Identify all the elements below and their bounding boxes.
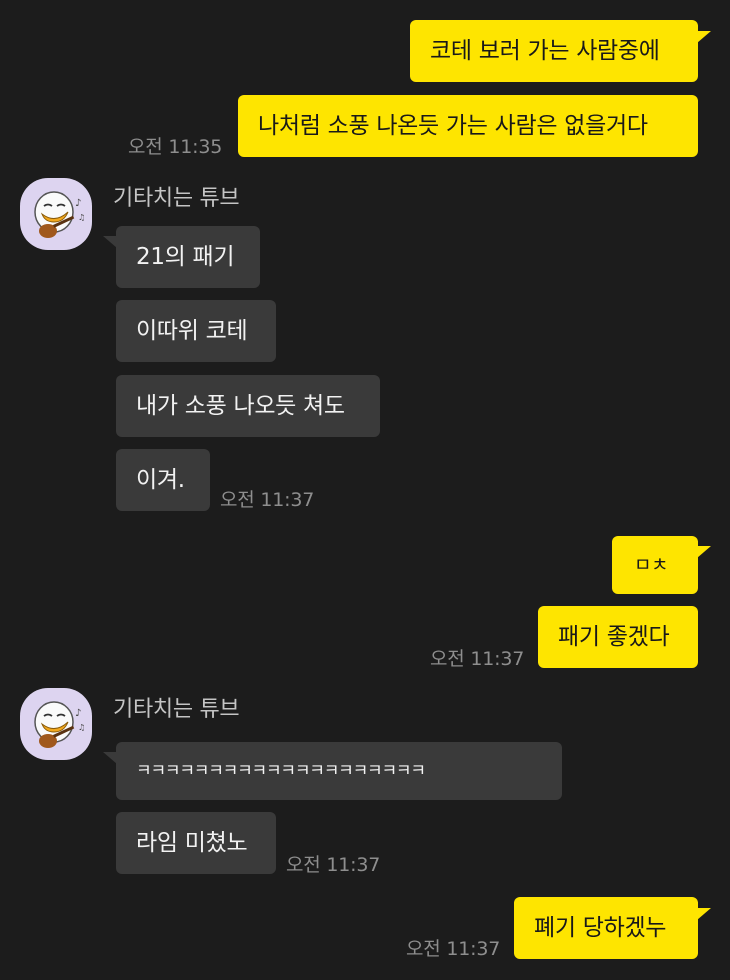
svg-text:♫: ♫ <box>78 213 85 222</box>
message-text: 이따위 코테 <box>136 318 248 344</box>
message-bubble-outgoing[interactable]: ㅁㅊ <box>612 536 698 594</box>
message-text: 코테 보러 가는 사람중에 <box>430 38 660 64</box>
message-timestamp: 오전 11:37 <box>220 489 315 511</box>
message-bubble-outgoing[interactable]: 패기 좋겠다 <box>538 606 698 668</box>
message-text: 라임 미쳤노 <box>136 830 248 856</box>
message-bubble-incoming[interactable]: 21의 패기 <box>116 226 260 288</box>
message-bubble-incoming[interactable]: ㅋㅋㅋㅋㅋㅋㅋㅋㅋㅋㅋㅋㅋㅋㅋㅋㅋㅋㅋㅋ <box>116 742 562 800</box>
message-text: 나처럼 소풍 나온듯 가는 사람은 없을거다 <box>258 113 648 139</box>
message-text: 21의 패기 <box>136 244 235 270</box>
avatar[interactable]: ♪ ♫ <box>20 688 92 760</box>
message-text: ㅋㅋㅋㅋㅋㅋㅋㅋㅋㅋㅋㅋㅋㅋㅋㅋㅋㅋㅋㅋ <box>136 761 426 781</box>
message-text: 이겨. <box>136 467 185 493</box>
message-bubble-outgoing[interactable]: 폐기 당하겠누 <box>514 897 698 959</box>
message-timestamp: 오전 11:37 <box>430 648 525 670</box>
message-text: ㅁㅊ <box>634 554 669 576</box>
message-bubble-incoming[interactable]: 이따위 코테 <box>116 300 276 362</box>
message-bubble-incoming[interactable]: 이겨. <box>116 449 210 511</box>
message-bubble-outgoing[interactable]: 코테 보러 가는 사람중에 <box>410 20 698 82</box>
message-bubble-incoming[interactable]: 내가 소풍 나오듯 쳐도 <box>116 375 380 437</box>
message-text: 패기 좋겠다 <box>558 624 670 650</box>
bubble-tail <box>103 236 117 248</box>
message-text: 내가 소풍 나오듯 쳐도 <box>136 393 345 419</box>
sender-name: 기타치는 튜브 <box>113 697 240 722</box>
message-timestamp: 오전 11:37 <box>406 938 501 960</box>
bubble-tail <box>103 752 117 764</box>
bubble-tail <box>697 908 711 920</box>
sender-name: 기타치는 튜브 <box>113 186 240 211</box>
svg-text:♪: ♪ <box>75 198 81 209</box>
message-timestamp: 오전 11:35 <box>128 136 223 158</box>
message-text: 폐기 당하겠누 <box>534 915 667 941</box>
bubble-tail <box>697 546 711 558</box>
avatar[interactable]: ♪ ♫ <box>20 178 92 250</box>
tube-character-icon: ♪ ♫ <box>34 701 85 748</box>
svg-text:♫: ♫ <box>78 723 85 732</box>
message-bubble-incoming[interactable]: 라임 미쳤노 <box>116 812 276 874</box>
tube-character-icon: ♪ ♫ <box>34 191 85 238</box>
svg-text:♪: ♪ <box>75 708 81 719</box>
message-bubble-outgoing[interactable]: 나처럼 소풍 나온듯 가는 사람은 없을거다 <box>238 95 698 157</box>
bubble-tail <box>697 31 711 43</box>
message-timestamp: 오전 11:37 <box>286 854 381 876</box>
